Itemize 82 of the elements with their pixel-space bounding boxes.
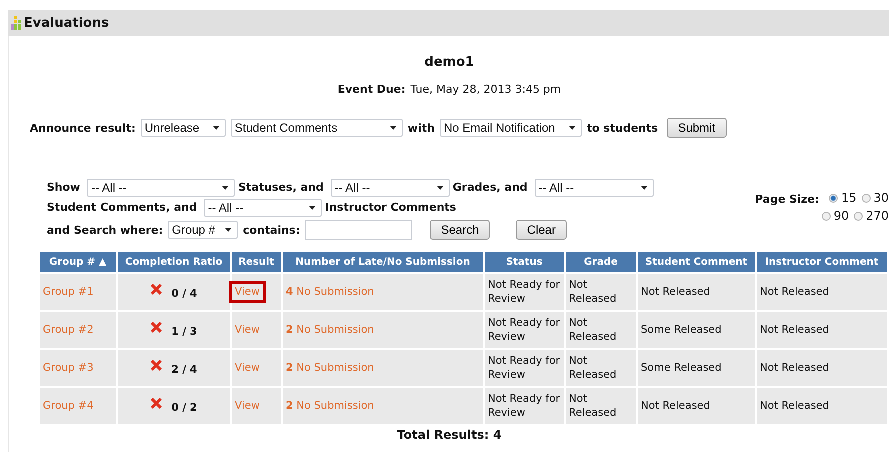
search-button[interactable]: Search <box>430 220 490 240</box>
with-label: with <box>408 122 435 134</box>
column-header[interactable]: Grade <box>566 252 636 272</box>
radio-label: 90 <box>834 208 850 225</box>
view-link[interactable]: View <box>229 357 266 379</box>
search-label: and Search where: <box>47 224 164 236</box>
grade-text: Not Released <box>569 279 617 305</box>
column-header[interactable]: Group # ▲ <box>40 252 116 272</box>
due-date: Tue, May 28, 2013 3:45 pm <box>410 83 562 96</box>
radio-label: 15 <box>841 190 857 207</box>
caret-icon <box>390 126 397 130</box>
dropdown[interactable]: Unrelease <box>140 119 226 137</box>
caret-icon <box>309 206 316 210</box>
dropdown[interactable]: -- All -- <box>87 178 236 197</box>
submit-button[interactable]: Submit <box>667 118 727 138</box>
page-title: Evaluations <box>24 16 110 30</box>
dropdown[interactable]: -- All -- <box>204 198 322 217</box>
dropdown[interactable]: No Email Notification <box>440 119 582 137</box>
caret-icon <box>225 228 232 232</box>
column-header[interactable]: Completion Ratio <box>118 252 230 272</box>
due-label: Event Due: <box>338 83 406 96</box>
instructor-comment-text: Not Released <box>760 286 830 298</box>
column-header[interactable]: Result <box>232 252 281 272</box>
chart-icon <box>11 16 21 30</box>
filter-label: Statuses, and <box>238 181 324 194</box>
dropdown[interactable]: -- All -- <box>330 178 450 197</box>
submission-link[interactable]: 2 No Submission <box>286 324 374 336</box>
completion-ratio: 1 / 3 <box>172 326 198 338</box>
radio-label: 30 <box>874 190 889 207</box>
dropdown[interactable]: Group # <box>168 221 238 239</box>
column-header[interactable]: Student Comment <box>638 252 755 272</box>
dropdown[interactable]: Student Comments <box>230 119 403 137</box>
caret-icon <box>568 126 576 130</box>
caret-icon <box>222 186 230 190</box>
status-text: Not Ready for Review <box>488 393 560 419</box>
completion-ratio: 2 / 4 <box>172 364 198 376</box>
radio-button[interactable] <box>829 194 838 203</box>
student-comment-text: Not Released <box>641 400 710 412</box>
grade-text: Not Released <box>569 355 617 381</box>
completion-ratio: 0 / 2 <box>172 402 198 414</box>
status-text: Not Ready for Review <box>488 317 560 343</box>
caret-icon <box>212 126 220 130</box>
search-field[interactable] <box>305 220 412 240</box>
page-size-label: Page Size: <box>755 193 820 206</box>
view-link[interactable]: View <box>229 319 266 341</box>
view-link[interactable]: View <box>229 281 266 303</box>
submission-link[interactable]: 2 No Submission <box>286 400 374 412</box>
grade-text: Not Released <box>569 317 617 343</box>
status-text: Not Ready for Review <box>488 279 560 305</box>
event-title: demo1 <box>424 54 476 70</box>
total-results: Total Results: 4 <box>396 428 503 442</box>
column-header[interactable]: Status <box>485 252 564 272</box>
dropdown[interactable]: -- All -- <box>534 178 654 197</box>
grade-text: Not Released <box>569 393 617 419</box>
filter-label: Student <box>47 201 96 214</box>
caret-icon <box>436 186 444 190</box>
instructor-comment-text: Not Released <box>760 400 830 412</box>
caret-icon <box>640 186 648 190</box>
filter-label: Grades, and <box>452 181 528 194</box>
filter-label: Show <box>47 181 80 194</box>
completion-ratio: 0 / 4 <box>172 288 198 300</box>
radio-button[interactable] <box>862 194 871 203</box>
contains-label: contains: <box>243 224 300 236</box>
student-comment-text: Not Released <box>641 286 710 298</box>
column-header[interactable]: Number of Late/No Submission <box>283 252 483 272</box>
instructor-comment-text: Not Released <box>760 362 830 374</box>
announce-label: Announce result: <box>30 122 136 134</box>
to-students-label: to students <box>586 122 658 134</box>
status-text: Not Ready for Review <box>488 355 560 381</box>
student-comment-text: Some Released <box>641 324 722 336</box>
student-comment-text: Some Released <box>641 362 722 374</box>
instructor-comment-text: Not Released <box>760 324 830 336</box>
view-link[interactable]: View <box>229 395 266 417</box>
clear-button[interactable]: Clear <box>516 220 567 240</box>
filter-label: Comments, and <box>100 201 198 214</box>
radio-button[interactable] <box>822 212 831 221</box>
filter-label: Instructor Comments <box>325 201 456 214</box>
column-header[interactable]: Instructor Comment <box>757 252 887 272</box>
radio-label: 270 <box>866 208 889 225</box>
submission-link[interactable]: 2 No Submission <box>286 362 374 374</box>
radio-button[interactable] <box>854 212 864 221</box>
submission-link[interactable]: 4 No Submission <box>286 286 374 298</box>
